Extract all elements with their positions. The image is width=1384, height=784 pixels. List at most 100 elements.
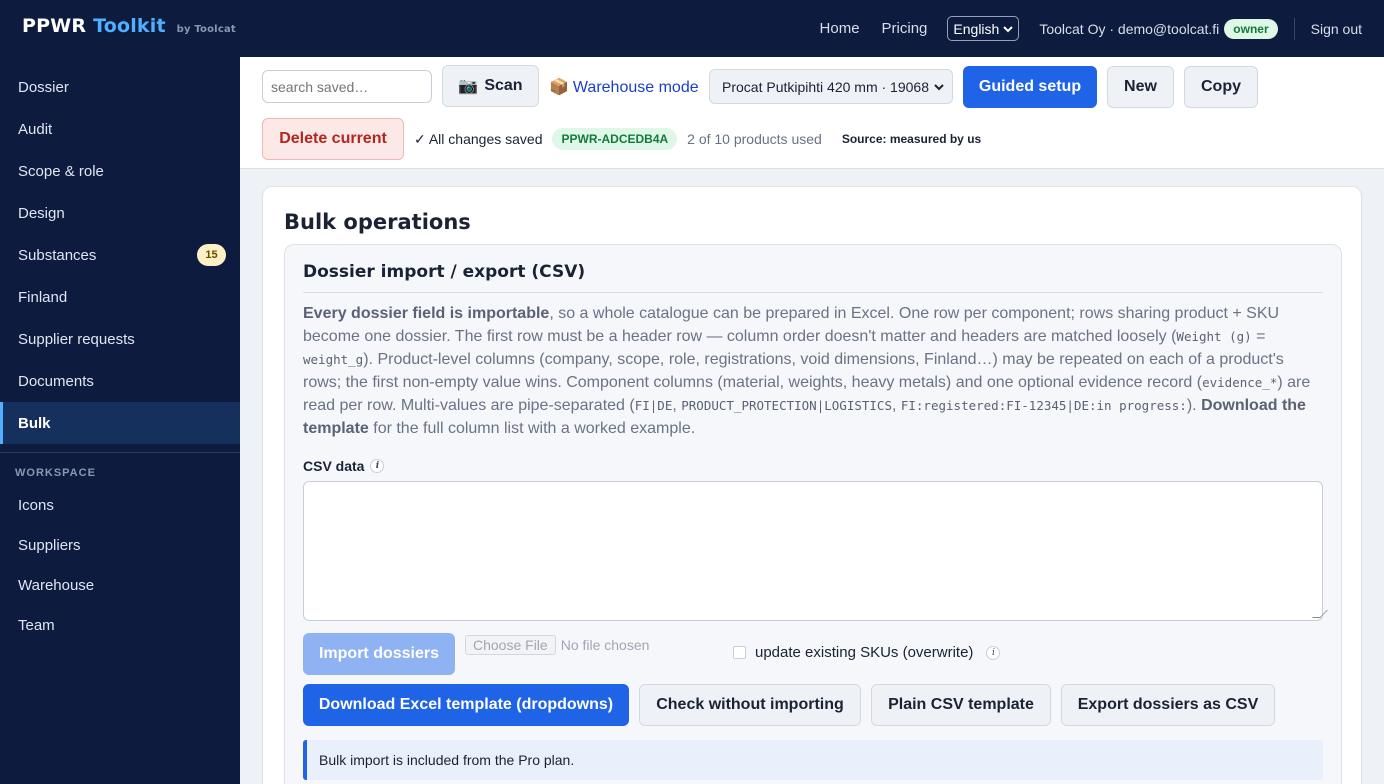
panel-divider <box>303 292 1323 293</box>
new-button[interactable]: New <box>1107 66 1174 108</box>
brand-logo[interactable]: PPWR Toolkit by Toolcat <box>22 15 236 37</box>
sidebar-item-supplier-requests[interactable]: Supplier requests <box>0 318 240 360</box>
download-excel-template-button[interactable]: Download Excel template (dropdowns) <box>303 684 629 726</box>
export-dossiers-button[interactable]: Export dossiers as CSV <box>1061 684 1275 726</box>
account-label: Toolcat Oy · demo@toolcat.fi <box>1039 20 1220 37</box>
page-title: Bulk operations <box>284 210 471 234</box>
nav-divider <box>1293 17 1295 40</box>
panel-title: Dossier import / export (CSV) <box>303 262 586 282</box>
nav-home-link[interactable]: Home <box>820 20 860 37</box>
product-select-value: Procat Putkipihti 420 mm · 19068 · <box>722 78 934 95</box>
toolbar: 📷 Scan 📦Warehouse mode Procat Putkipihti… <box>240 57 1384 169</box>
language-select[interactable]: English <box>947 16 1020 41</box>
product-select[interactable]: Procat Putkipihti 420 mm · 19068 · <box>709 69 953 104</box>
file-picker[interactable]: Choose File No file chosen <box>465 635 649 655</box>
sidebar-item-warehouse[interactable]: Warehouse <box>0 565 240 605</box>
csv-data-textarea[interactable] <box>303 481 1328 621</box>
camera-icon: 📷 <box>458 78 479 95</box>
csv-panel: Dossier import / export (CSV) Every doss… <box>284 244 1342 784</box>
desc-code: PRODUCT_PROTECTION|LOGISTICS <box>681 398 892 413</box>
warehouse-label: Warehouse mode <box>572 79 699 96</box>
bulk-card: Bulk operations Dossier import / export … <box>262 186 1362 784</box>
desc-lead: Every dossier field is importable <box>303 305 550 322</box>
top-nav: Home Pricing English Toolcat Oy · demo@t… <box>820 0 1362 57</box>
desc-text: , <box>672 397 682 414</box>
sidebar-item-icons[interactable]: Icons <box>0 485 240 525</box>
desc-code: evidence_* <box>1202 375 1278 390</box>
desc-code: FI|DE <box>634 398 673 413</box>
sidebar-item-label: Documents <box>18 372 94 390</box>
brand-name-accent: Toolkit <box>93 15 166 37</box>
overwrite-option: update existing SKUs (overwrite) i <box>733 644 1001 661</box>
choose-file-button[interactable]: Choose File <box>465 635 556 655</box>
resize-handle-icon[interactable] <box>1312 610 1328 618</box>
sidebar-item-label: Finland <box>18 288 68 306</box>
sidebar: Dossier Audit Scope & role Design Substa… <box>0 57 240 784</box>
delete-current-button[interactable]: Delete current <box>262 118 404 160</box>
plain-csv-template-button[interactable]: Plain CSV template <box>871 684 1051 726</box>
guided-setup-button[interactable]: Guided setup <box>963 66 1097 108</box>
sidebar-item-label: Team <box>18 616 55 634</box>
info-icon[interactable]: i <box>986 645 1001 660</box>
desc-code: weight_g <box>303 352 364 367</box>
desc-text: = <box>1251 328 1266 345</box>
search-input[interactable] <box>262 70 432 103</box>
product-code-badge: PPWR-ADCEDB4A <box>552 128 678 150</box>
sidebar-item-label: Icons <box>18 496 54 514</box>
sidebar-item-label: Supplier requests <box>18 330 135 348</box>
sidebar-item-finland[interactable]: Finland <box>0 276 240 318</box>
chevron-down-icon <box>1003 25 1014 32</box>
top-bar: PPWR Toolkit by Toolcat Home Pricing Eng… <box>0 0 1384 57</box>
brand-byline: by Toolcat <box>176 24 236 35</box>
desc-text: ). Product-level columns (company, scope… <box>303 351 1284 391</box>
sidebar-item-label: Warehouse <box>18 576 95 594</box>
sidebar-item-audit[interactable]: Audit <box>0 108 240 150</box>
sidebar-item-label: Design <box>18 204 65 222</box>
scan-label: Scan <box>484 77 523 94</box>
import-dossiers-button[interactable]: Import dossiers <box>303 633 455 675</box>
save-status: ✓ All changes saved <box>414 130 543 147</box>
chevron-down-icon <box>934 83 944 90</box>
warehouse-mode-link[interactable]: 📦 Warehouse mode <box>549 77 699 97</box>
sidebar-item-label: Audit <box>18 120 53 138</box>
sidebar-item-bulk[interactable]: Bulk <box>0 402 240 444</box>
plan-notice-text: Bulk import is included from the Pro pla… <box>319 752 575 768</box>
workspace-heading: WORKSPACE <box>15 467 96 479</box>
sidebar-item-label: Bulk <box>18 414 51 432</box>
import-description: Every dossier field is importable, so a … <box>303 302 1323 440</box>
plan-notice: Bulk import is included from the Pro pla… <box>303 740 1323 780</box>
language-value: English <box>953 20 1000 37</box>
sidebar-item-suppliers[interactable]: Suppliers <box>0 525 240 565</box>
sidebar-item-label: Suppliers <box>18 536 81 554</box>
info-icon[interactable]: i <box>370 459 385 473</box>
sidebar-item-team[interactable]: Team <box>0 605 240 645</box>
overwrite-label: update existing SKUs (overwrite) <box>755 644 974 661</box>
desc-code: Weight (g) <box>1176 329 1252 344</box>
brand-name: PPWR <box>22 15 87 37</box>
no-file-label: No file chosen <box>560 637 650 653</box>
check-without-importing-button[interactable]: Check without importing <box>639 684 861 726</box>
nav-pricing-link[interactable]: Pricing <box>882 20 928 37</box>
sidebar-item-substances[interactable]: Substances 15 <box>0 234 240 276</box>
package-icon: 📦 <box>549 79 569 96</box>
scan-button[interactable]: 📷 Scan <box>442 65 539 107</box>
desc-code: FI:registered:FI-12345|DE:in progress: <box>900 398 1187 413</box>
overwrite-checkbox[interactable] <box>733 646 746 659</box>
source-label: Source: measured by us <box>841 132 982 146</box>
copy-button[interactable]: Copy <box>1184 66 1258 108</box>
status-row: ✓ All changes saved PPWR-ADCEDB4A 2 of 1… <box>414 128 982 150</box>
sidebar-item-documents[interactable]: Documents <box>0 360 240 402</box>
role-badge: owner <box>1224 18 1278 39</box>
sidebar-item-label: Substances <box>18 246 97 264</box>
count-badge: 15 <box>197 244 226 266</box>
desc-text: , <box>891 397 901 414</box>
sidebar-item-dossier[interactable]: Dossier <box>0 66 240 108</box>
sidebar-item-design[interactable]: Design <box>0 192 240 234</box>
sign-out-link[interactable]: Sign out <box>1311 21 1362 37</box>
desc-text: for the full column list with a worked e… <box>368 420 696 437</box>
usage-count: 2 of 10 products used <box>687 131 822 147</box>
csv-data-label: CSV data i <box>303 458 385 474</box>
desc-text: ). <box>1186 397 1202 414</box>
sidebar-item-label: Dossier <box>18 78 69 96</box>
sidebar-item-scope-role[interactable]: Scope & role <box>0 150 240 192</box>
